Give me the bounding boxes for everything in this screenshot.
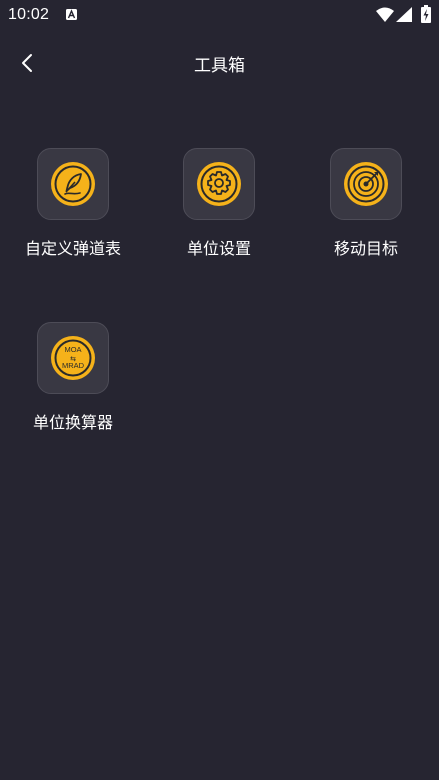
mrad-text: MRAD [62, 361, 85, 370]
tool-unit-settings[interactable]: 单位设置 [146, 148, 292, 268]
wifi-icon [376, 7, 394, 22]
tool-label: 移动目标 [333, 239, 398, 258]
tool-label: 单位换算器 [32, 413, 113, 432]
signal-icon [396, 7, 412, 22]
tool-tile [37, 148, 109, 220]
tool-custom-ballistic-table[interactable]: 自定义弹道表 [0, 148, 146, 268]
status-time: 10:02 [8, 6, 50, 23]
moa-text: MOA [64, 345, 81, 354]
moa-mrad-convert-icon: MOA ⇆ MRAD [51, 336, 95, 380]
header: 工具箱 [0, 40, 439, 84]
feather-pen-icon [51, 162, 95, 206]
tool-unit-converter[interactable]: MOA ⇆ MRAD 单位换算器 [0, 322, 146, 442]
battery-charging-icon [421, 5, 431, 23]
tool-tile [330, 148, 402, 220]
target-arrow-icon [344, 162, 388, 206]
tool-tile: MOA ⇆ MRAD [37, 322, 109, 394]
tool-tile [183, 148, 255, 220]
status-bar: 10:02 [0, 0, 439, 30]
a-notification-icon [66, 9, 77, 20]
gear-icon [197, 162, 241, 206]
tool-moving-target[interactable]: 移动目标 [293, 148, 439, 268]
tool-label: 单位设置 [186, 239, 251, 258]
page-title: 工具箱 [194, 56, 245, 76]
tool-label: 自定义弹道表 [24, 239, 121, 258]
